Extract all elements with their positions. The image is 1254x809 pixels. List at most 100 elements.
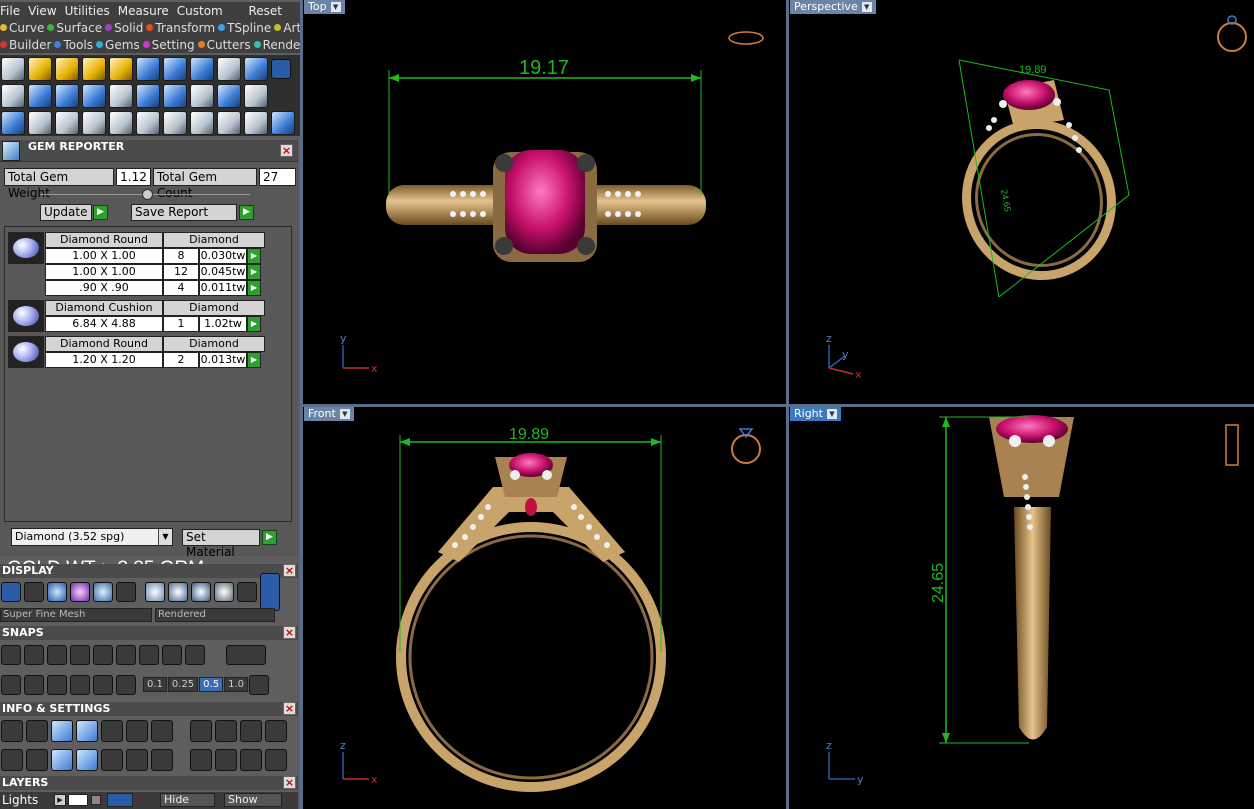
anchor-icon[interactable] xyxy=(265,748,287,771)
notes-icon[interactable] xyxy=(101,719,123,742)
material-select[interactable]: Diamond (3.52 spg) ▼ xyxy=(11,528,173,546)
chevron-down-icon[interactable]: ▼ xyxy=(861,2,872,12)
layers-stack-icon[interactable] xyxy=(51,719,73,742)
close-icon[interactable]: × xyxy=(283,776,296,789)
chevron-down-icon[interactable]: ▼ xyxy=(158,529,172,545)
snap-value[interactable]: 0.25 xyxy=(167,677,199,692)
snap-value[interactable]: 1.0 xyxy=(224,677,248,692)
tab-art[interactable]: Art xyxy=(274,21,300,35)
mesh-select[interactable]: Super Fine Mesh xyxy=(0,608,152,622)
chevron-down-icon[interactable]: ▼ xyxy=(339,409,350,419)
link-icon[interactable] xyxy=(190,110,214,135)
tapered-icon[interactable] xyxy=(82,83,106,108)
slider-knob[interactable] xyxy=(142,189,153,200)
pave-icon[interactable] xyxy=(109,56,133,81)
layers-header[interactable]: LAYERS × xyxy=(0,776,298,790)
tab-solid[interactable]: Solid xyxy=(105,21,143,35)
tab-tspline[interactable]: TSpline xyxy=(218,21,271,35)
play-icon[interactable]: ▶ xyxy=(54,794,66,806)
render-icon[interactable] xyxy=(93,581,113,602)
save-report-button[interactable]: Save Report xyxy=(131,204,237,221)
edit-icon[interactable] xyxy=(126,719,148,742)
show-button[interactable]: Show xyxy=(224,793,282,807)
settings-icon[interactable] xyxy=(1,719,23,742)
cubes-icon[interactable] xyxy=(1,110,25,135)
move-frame-icon[interactable] xyxy=(240,748,262,771)
view-cube-icon[interactable] xyxy=(1217,22,1247,52)
menu-utilities[interactable]: Utilities xyxy=(65,4,110,18)
points-icon[interactable] xyxy=(126,748,148,771)
layer-color-swatch[interactable] xyxy=(68,794,88,806)
xray-icon[interactable] xyxy=(168,581,188,602)
sectional-icon[interactable] xyxy=(214,581,234,602)
update-button[interactable]: Update xyxy=(40,204,92,221)
tab-curve[interactable]: Curve xyxy=(0,21,44,35)
display-header[interactable]: DISPLAY × xyxy=(0,564,298,578)
chevron-down-icon[interactable]: ▼ xyxy=(330,2,341,12)
frame-icon[interactable] xyxy=(215,719,237,742)
rotate-icon[interactable] xyxy=(136,110,160,135)
table-icon[interactable] xyxy=(151,748,173,771)
snap-center-icon[interactable] xyxy=(116,644,136,665)
gem-slider[interactable] xyxy=(40,189,250,200)
snap-plane-icon[interactable] xyxy=(93,674,113,695)
viewport-label[interactable]: Top ▼ xyxy=(304,0,345,14)
window-grid-icon[interactable] xyxy=(1,748,23,771)
layer-toggle-icon[interactable] xyxy=(107,793,133,807)
material-sphere-icon[interactable] xyxy=(70,581,90,602)
snap-perp-icon[interactable] xyxy=(93,644,113,665)
menu-measure[interactable]: Measure xyxy=(118,4,169,18)
menu-file[interactable]: File xyxy=(0,4,20,18)
channel-icon[interactable] xyxy=(109,83,133,108)
ring-icon[interactable] xyxy=(190,748,212,771)
gem-group[interactable]: Diamond Cushion Diamond 6.84 X 4.88 1 1.02t… xyxy=(8,300,265,332)
cube-3d-icon[interactable] xyxy=(151,719,173,742)
viewport-perspective[interactable]: 19.89 24.65 z y x Perspective ▼ xyxy=(789,0,1254,404)
snap-end-icon[interactable] xyxy=(1,644,21,665)
tab-cutters[interactable]: Cutters xyxy=(197,38,251,52)
update-go-icon[interactable]: ▶ xyxy=(93,205,108,220)
tab-builder[interactable]: Builder xyxy=(0,38,51,52)
select-go-icon[interactable]: ▶ xyxy=(247,280,261,296)
mirror-icon[interactable] xyxy=(82,110,106,135)
dotted-curve-icon[interactable] xyxy=(55,110,79,135)
snap-mid-icon[interactable] xyxy=(162,644,182,665)
menu-custom[interactable]: Custom xyxy=(177,4,223,18)
drill-icon[interactable] xyxy=(217,56,241,81)
sphere-icon[interactable] xyxy=(47,581,67,602)
close-icon[interactable]: × xyxy=(283,702,296,715)
close-icon[interactable]: × xyxy=(283,564,296,577)
light-icon[interactable] xyxy=(237,581,257,602)
select-go-icon[interactable]: ▶ xyxy=(247,264,261,280)
viewport-top[interactable]: 19.17 y x Top ▼ xyxy=(303,0,786,404)
wireframe-icon[interactable] xyxy=(1,581,21,602)
menu-view[interactable]: View xyxy=(28,4,56,18)
info-settings-header[interactable]: INFO & SETTINGS × xyxy=(0,702,298,716)
view-cube-icon[interactable] xyxy=(731,434,761,464)
wrench-icon[interactable] xyxy=(26,719,48,742)
tab-transform[interactable]: Transform xyxy=(146,21,215,35)
set-material-button[interactable]: Set Material xyxy=(182,529,260,559)
display-mode-select[interactable]: Rendered xyxy=(155,608,275,622)
round-gem-icon[interactable] xyxy=(244,56,268,81)
chevron-down-icon[interactable]: ▼ xyxy=(826,409,837,419)
frame-alt-icon[interactable] xyxy=(240,719,262,742)
snap-line-icon[interactable] xyxy=(70,674,90,695)
prong-icon[interactable] xyxy=(136,83,160,108)
gem-table-icon[interactable] xyxy=(1,83,25,108)
tab-surface[interactable]: Surface xyxy=(47,21,102,35)
snap-grid-toggle-icon[interactable] xyxy=(248,674,269,695)
menu-reset[interactable]: Reset xyxy=(248,4,282,18)
filter-icon[interactable] xyxy=(101,748,123,771)
snap-grid-icon[interactable] xyxy=(1,674,21,695)
circle-icon[interactable] xyxy=(271,110,295,135)
cube-icon[interactable] xyxy=(51,748,73,771)
gem-halo-icon[interactable] xyxy=(190,83,214,108)
select-go-icon[interactable]: ▶ xyxy=(247,352,261,368)
view-cube-icon[interactable] xyxy=(1225,424,1239,466)
tab-setting[interactable]: Setting xyxy=(142,38,195,52)
flat-gem-icon[interactable] xyxy=(1,56,25,81)
snap-curve-icon[interactable] xyxy=(24,644,44,665)
baguette-icon[interactable] xyxy=(55,83,79,108)
gem-group[interactable]: Diamond Round Diamond 1.00 X 1.00 8 0.030tw… xyxy=(8,232,265,296)
